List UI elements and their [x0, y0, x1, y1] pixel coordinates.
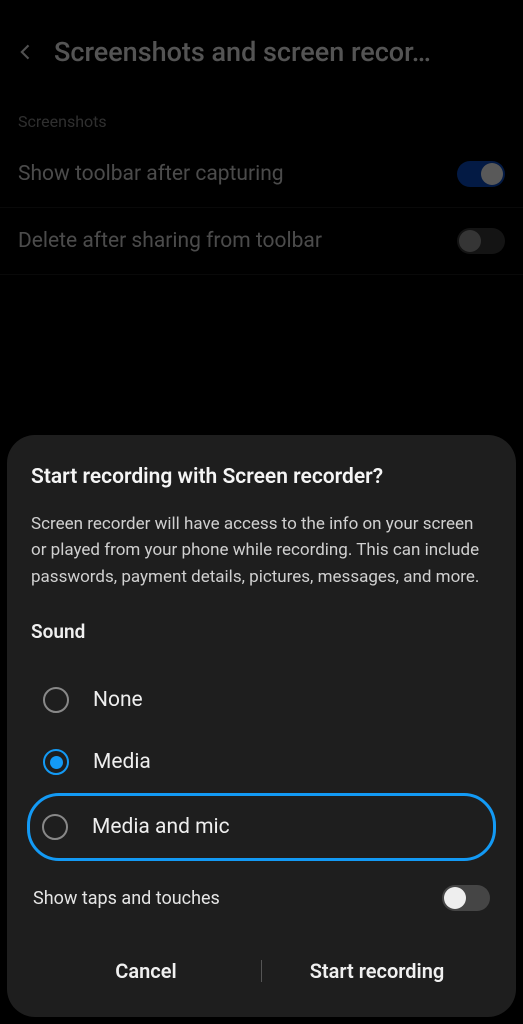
sound-section-label: Sound	[31, 620, 492, 643]
setting-label: Show toolbar after capturing	[18, 162, 284, 186]
dialog-actions: Cancel Start recording	[31, 945, 492, 997]
toggle-toolbar[interactable]	[457, 161, 505, 187]
toggle-show-taps[interactable]	[442, 885, 490, 911]
show-taps-label: Show taps and touches	[33, 888, 220, 909]
start-recording-button[interactable]: Start recording	[262, 945, 492, 997]
radio-option-none[interactable]: None	[31, 669, 492, 731]
cancel-button[interactable]: Cancel	[31, 945, 261, 997]
screen-recorder-dialog: Start recording with Screen recorder? Sc…	[7, 435, 516, 1017]
radio-icon	[43, 749, 69, 775]
radio-label: Media	[93, 750, 151, 774]
radio-label: None	[93, 688, 143, 712]
header: Screenshots and screen recor…	[0, 0, 523, 88]
section-label-screenshots: Screenshots	[0, 88, 523, 141]
setting-row-hidden	[0, 275, 523, 295]
radio-icon	[43, 687, 69, 713]
back-icon[interactable]	[16, 42, 36, 62]
radio-icon	[42, 814, 68, 840]
page-title: Screenshots and screen recor…	[54, 36, 431, 68]
setting-row-delete-share[interactable]: Delete after sharing from toolbar	[0, 208, 523, 275]
radio-option-media[interactable]: Media	[31, 731, 492, 793]
settings-background: Screenshots and screen recor… Screenshot…	[0, 0, 523, 295]
radio-label: Media and mic	[92, 815, 230, 839]
show-taps-row[interactable]: Show taps and touches	[31, 879, 492, 917]
dialog-title: Start recording with Screen recorder?	[31, 465, 492, 489]
radio-option-media-mic[interactable]: Media and mic	[27, 793, 496, 861]
setting-row-toolbar[interactable]: Show toolbar after capturing	[0, 141, 523, 208]
dialog-body: Screen recorder will have access to the …	[31, 511, 492, 590]
setting-label: Delete after sharing from toolbar	[18, 229, 322, 253]
toggle-delete-share[interactable]	[457, 228, 505, 254]
